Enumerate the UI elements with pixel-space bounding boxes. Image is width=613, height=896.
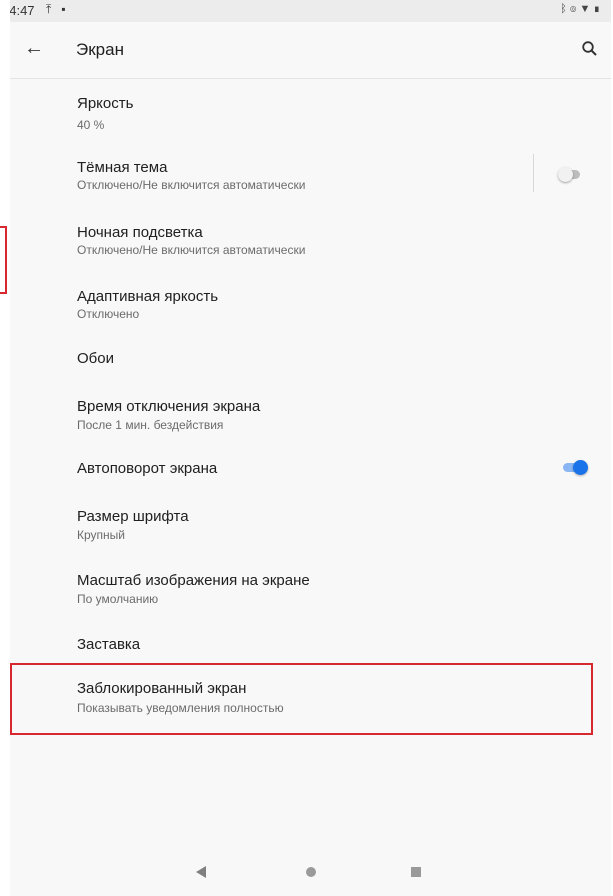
page-title: Экран <box>76 40 124 59</box>
wifi-icon: ▼ <box>579 3 594 15</box>
home-icon[interactable] <box>306 867 316 877</box>
switch-divider <box>533 154 534 192</box>
settings-screen: 14:47 ⤒ ▪ ᛒ◎▼▮ ← Экран Яркость 40 % Тёмна… <box>10 0 611 896</box>
setting-display-size[interactable]: Масштаб изображения на экране По умолчан… <box>10 564 611 620</box>
battery-icon: ▮ <box>593 3 603 15</box>
back-arrow-icon[interactable]: ← <box>24 37 44 60</box>
setting-screensaver[interactable]: Заставка <box>10 624 611 668</box>
setting-summary: Крупный <box>77 528 125 542</box>
setting-font-size[interactable]: Размер шрифта Крупный <box>10 500 611 556</box>
data-saver-icon: ◎ <box>569 3 580 15</box>
upload-icon: ⤒ <box>46 2 52 16</box>
setting-title: Автоповорот экрана <box>77 460 218 477</box>
setting-summary: По умолчанию <box>77 592 159 606</box>
setting-title: Тёмная тема <box>77 159 168 176</box>
setting-summary: Отключено/Не включится автоматически <box>77 178 306 192</box>
bluetooth-icon: ᛒ <box>560 3 570 15</box>
status-time: 14:47 <box>10 3 35 18</box>
recents-icon[interactable] <box>411 867 421 877</box>
setting-wallpaper[interactable]: Обои <box>10 338 611 382</box>
setting-summary: 40 % <box>77 118 105 132</box>
setting-dark-theme[interactable]: Тёмная тема Отключено/Не включится автом… <box>10 148 611 204</box>
setting-title: Масштаб изображения на экране <box>77 572 310 589</box>
setting-brightness[interactable]: Яркость 40 % <box>10 84 611 140</box>
dark-theme-switch[interactable] <box>558 166 582 182</box>
setting-summary: После 1 мин. бездействия <box>77 418 224 432</box>
status-bar: 14:47 ⤒ ▪ ᛒ◎▼▮ <box>10 0 611 22</box>
setting-title: Обои <box>77 350 114 367</box>
setting-title: Размер шрифта <box>77 508 189 525</box>
sim-icon: ▪ <box>61 2 66 16</box>
annotation-marker-left <box>0 226 7 294</box>
search-icon[interactable] <box>581 40 599 58</box>
setting-title: Время отключения экрана <box>77 398 261 415</box>
setting-title: Яркость <box>77 95 134 112</box>
setting-title: Адаптивная яркость <box>77 288 219 305</box>
setting-adaptive-brightness[interactable]: Адаптивная яркость Отключено <box>10 280 611 336</box>
setting-summary: Показывать уведомления полностью <box>77 701 284 715</box>
setting-lock-screen[interactable]: Заблокированный экран Показывать уведомл… <box>10 670 611 726</box>
setting-auto-rotate[interactable]: Автоповорот экрана <box>10 448 611 492</box>
auto-rotate-switch[interactable] <box>563 459 588 475</box>
setting-summary: Отключено/Не включится автоматически <box>77 243 306 257</box>
setting-night-light[interactable]: Ночная подсветка Отключено/Не включится … <box>10 214 611 270</box>
setting-screen-timeout[interactable]: Время отключения экрана После 1 мин. без… <box>10 390 611 446</box>
navigation-bar <box>10 856 611 896</box>
setting-title: Заблокированный экран <box>77 680 247 697</box>
setting-title: Заставка <box>77 636 141 653</box>
setting-title: Ночная подсветка <box>77 224 203 241</box>
back-icon[interactable] <box>196 866 206 878</box>
app-bar: ← Экран <box>10 22 611 79</box>
setting-summary: Отключено <box>77 307 140 321</box>
